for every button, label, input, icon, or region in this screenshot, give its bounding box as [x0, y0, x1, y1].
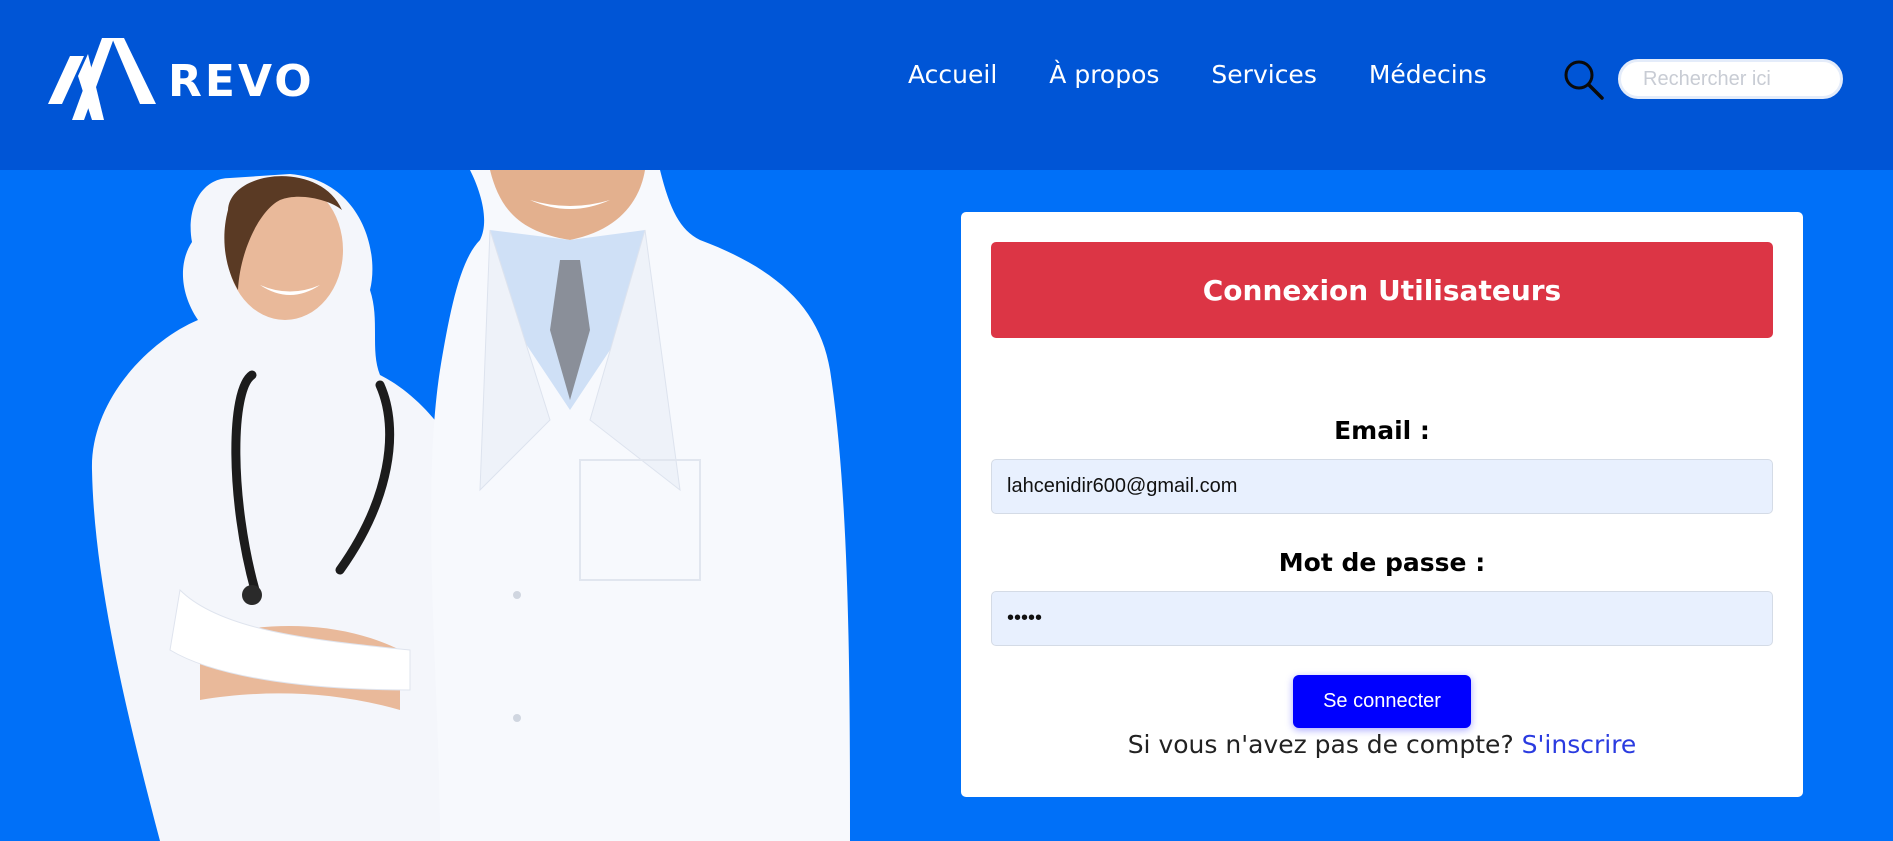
password-label: Mot de passe :	[1278, 548, 1486, 577]
nav-accueil[interactable]: Accueil	[908, 60, 997, 89]
main-nav: Accueil À propos Services Médecins	[908, 60, 1539, 89]
search-icon[interactable]	[1562, 58, 1604, 100]
search-input[interactable]	[1618, 59, 1843, 99]
top-header: REVO Accueil À propos Services Médecins	[0, 0, 1893, 170]
brand-logo[interactable]: REVO	[48, 34, 315, 122]
nav-a-propos[interactable]: À propos	[1049, 60, 1159, 89]
doctors-illustration	[80, 170, 940, 841]
email-label: Email :	[1334, 416, 1430, 445]
signup-link[interactable]: S'inscrire	[1522, 730, 1637, 759]
login-title: Connexion Utilisateurs	[991, 242, 1773, 338]
nav-services[interactable]: Services	[1211, 60, 1316, 89]
email-field[interactable]	[991, 459, 1773, 514]
signup-prompt-text: Si vous n'avez pas de compte?	[1127, 730, 1514, 759]
signup-prompt: Si vous n'avez pas de compte? S'inscrire	[991, 730, 1773, 759]
password-field[interactable]	[991, 591, 1773, 646]
revo-logo-icon	[48, 38, 156, 120]
login-card: Connexion Utilisateurs Email : Mot de pa…	[961, 212, 1803, 797]
brand-name: REVO	[168, 55, 315, 107]
nav-medecins[interactable]: Médecins	[1369, 60, 1487, 89]
login-button[interactable]: Se connecter	[1293, 675, 1471, 728]
doctors-image	[91, 170, 850, 841]
